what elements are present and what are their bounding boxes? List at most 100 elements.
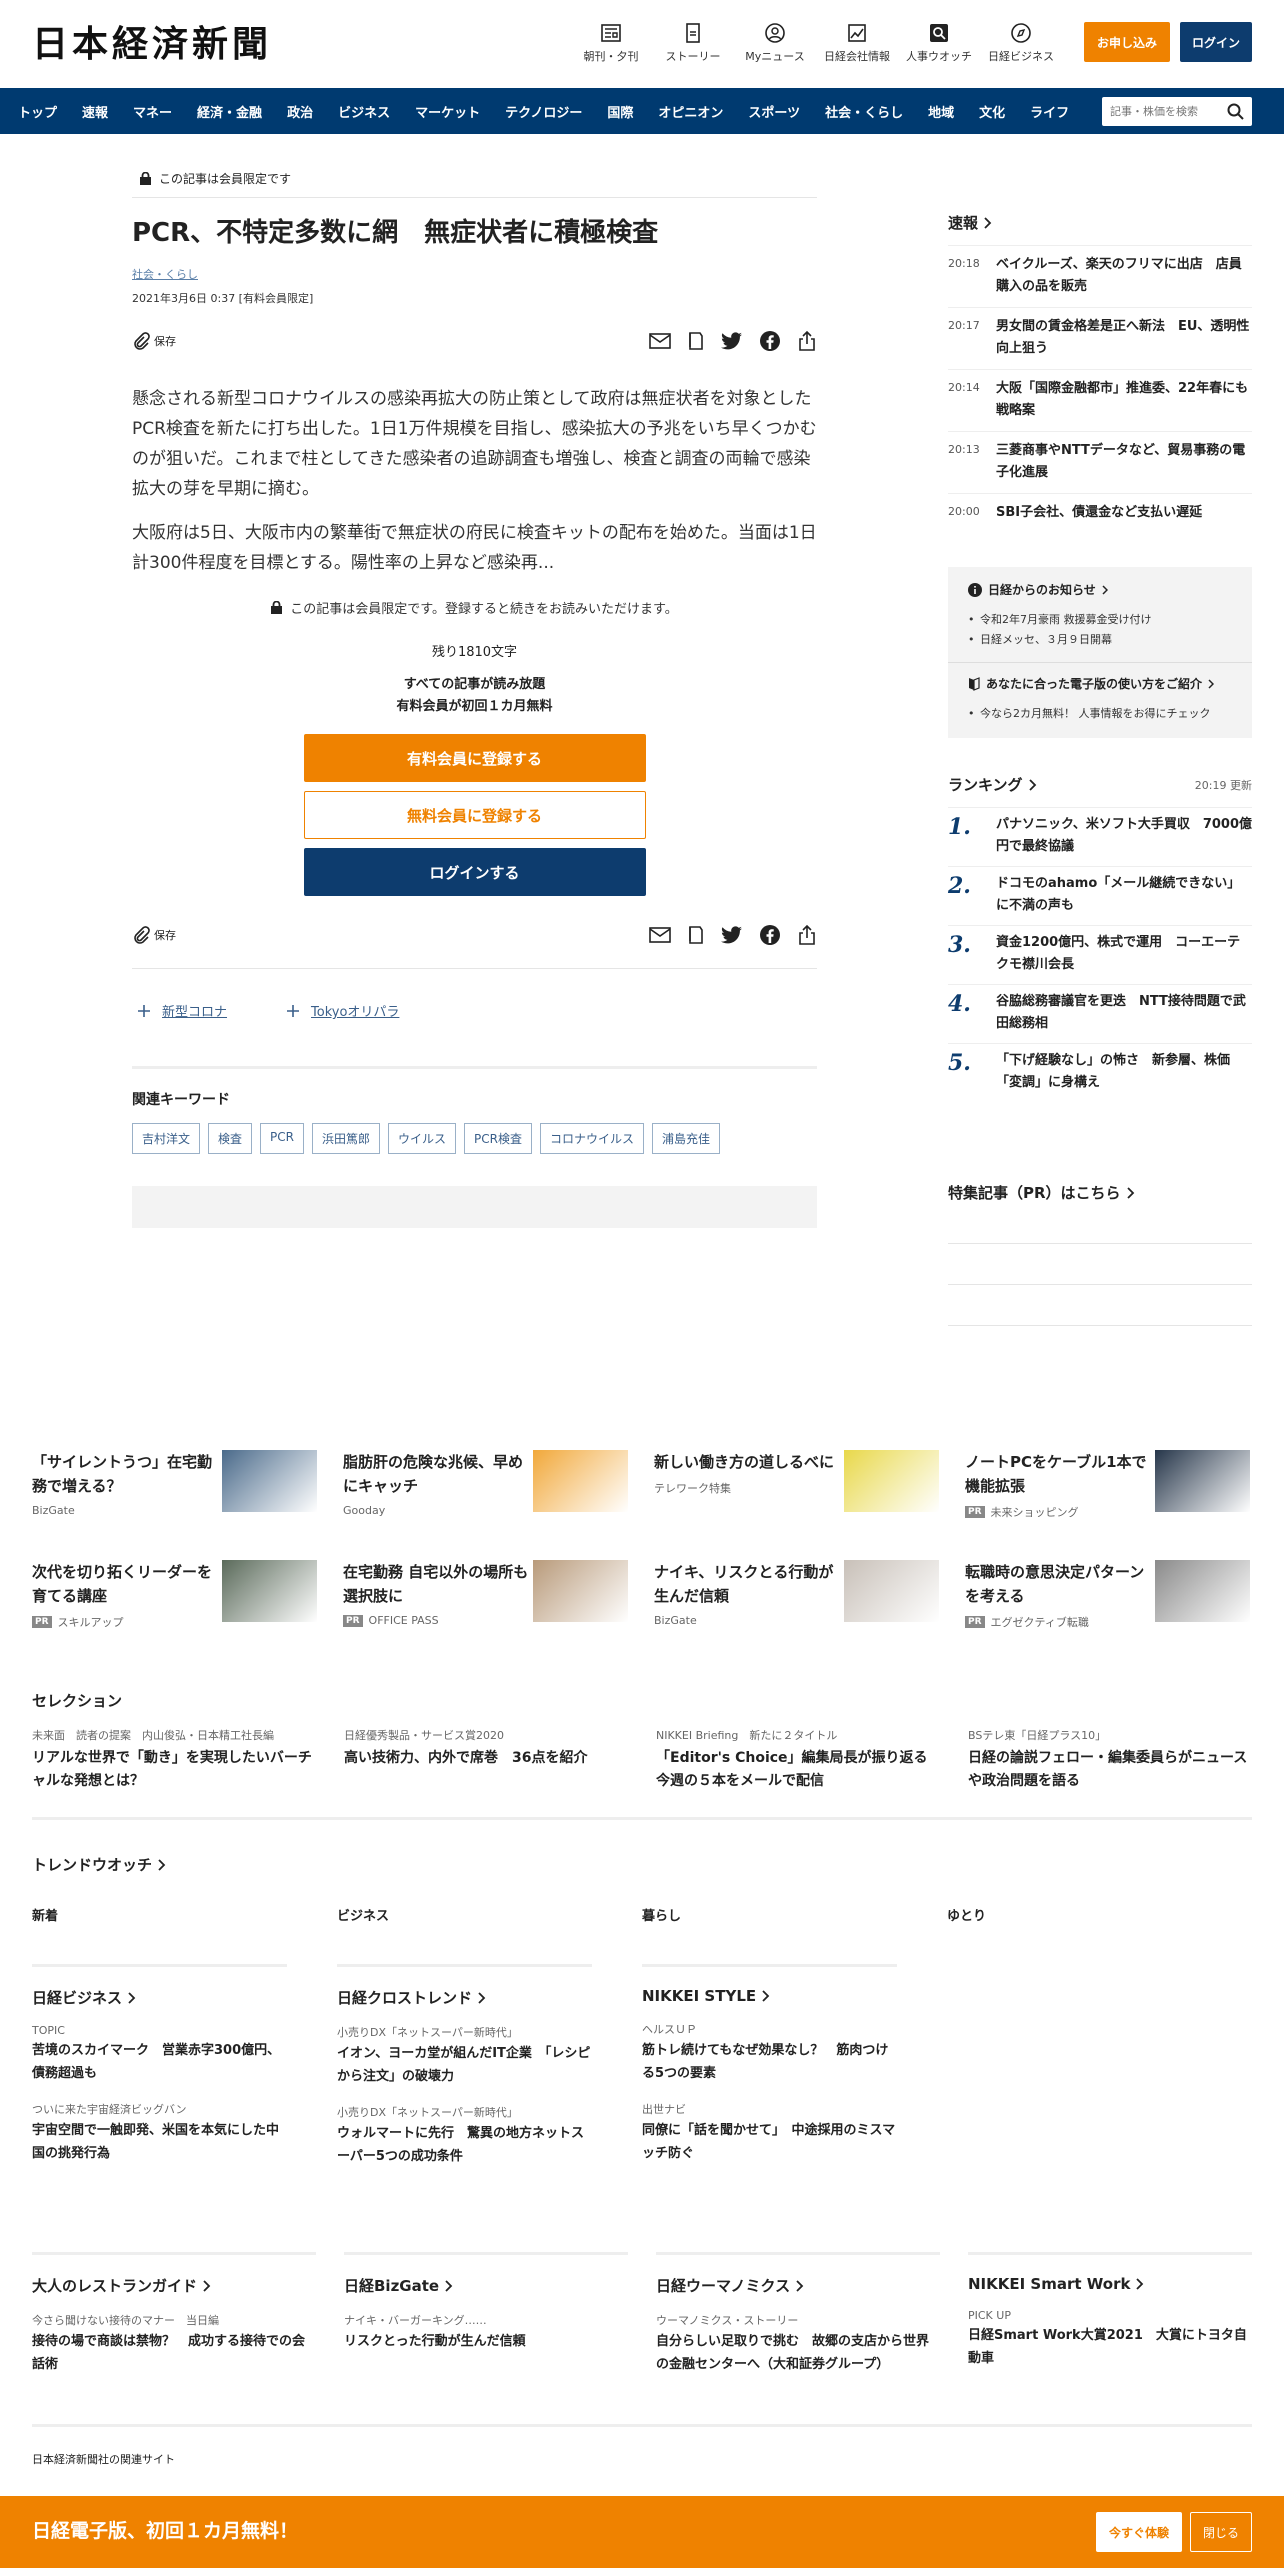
nav-item[interactable]: スポーツ <box>748 102 800 121</box>
promo-card[interactable]: ナイキ、リスクとる行動が生んだ信頼 BizGate <box>654 1560 939 1630</box>
selection-item[interactable]: NIKKEI Briefing 新たに２タイトル 「Editor's Choice… <box>656 1727 940 1793</box>
trend-column-heading[interactable]: NIKKEI STYLE <box>642 1987 897 2005</box>
keyword-tag[interactable]: PCR <box>260 1123 304 1154</box>
share-icon[interactable] <box>797 924 817 946</box>
nav-item[interactable]: 政治 <box>287 102 313 121</box>
partner-site-heading[interactable]: 大人のレストランガイド <box>32 2275 316 2296</box>
promo-card[interactable]: 新しい働き方の道しるべに テレワーク特集 <box>654 1450 939 1520</box>
apply-button[interactable]: お申し込み <box>1084 22 1170 62</box>
free-register-button[interactable]: 無料会員に登録する <box>303 791 646 839</box>
nav-item[interactable]: トップ <box>18 102 57 121</box>
nav-item[interactable]: 国際 <box>607 102 633 121</box>
search-icon[interactable] <box>1227 103 1244 120</box>
selection-item[interactable]: BSテレ東「日経プラス10」 日経の論説フェロー・編集委員らがニュースや政治問題を… <box>968 1727 1252 1793</box>
nav-item[interactable]: ビジネス <box>338 102 390 121</box>
flash-news-item[interactable]: 20:18 ベイクルーズ、楽天のフリマに出店 店員購入の品を販売 <box>948 245 1252 307</box>
twitter-icon[interactable] <box>721 332 743 350</box>
keyword-tag[interactable]: 検査 <box>208 1123 253 1154</box>
keyword-tag[interactable]: コロナウイルス <box>539 1123 644 1154</box>
site-logo[interactable]: 日本経済新聞 <box>32 22 272 66</box>
trend-headline[interactable]: 宇宙空間で一触即発、米国を本気にした中国の挑発行為 <box>32 2119 287 2165</box>
pr-heading[interactable]: 特集記事（PR）はこちら <box>948 1182 1252 1203</box>
header-tool-compass[interactable]: 日経ビジネス <box>980 20 1062 64</box>
facebook-icon[interactable] <box>759 924 781 946</box>
trend-tab[interactable]: ビジネス <box>337 1905 642 1924</box>
share-icon[interactable] <box>797 330 817 352</box>
bookmark-icon[interactable] <box>687 925 705 945</box>
promo-card[interactable]: 在宅勤務 自宅以外の場所も選択肢に PR OFFICE PASS <box>343 1560 628 1630</box>
trend-headline[interactable]: 同僚に「話を聞かせて」 中途採用のミスマッチ防ぐ <box>642 2119 897 2165</box>
promo-card[interactable]: 「サイレントうつ」在宅勤務で増える？ BizGate <box>32 1450 317 1520</box>
save-button[interactable]: 保存 <box>132 332 176 350</box>
partner-site-heading[interactable]: 日経BizGate <box>344 2275 628 2296</box>
trend-headline[interactable]: 苦境のスカイマーク 営業赤字300億円、債務超過も <box>32 2039 287 2085</box>
partner-site-heading[interactable]: 日経ウーマノミクス <box>656 2275 940 2296</box>
header-tool-story[interactable]: ストーリー <box>652 20 734 64</box>
flash-news-item[interactable]: 20:13 三菱商事やNTTデータなど、貿易事務の電子化進展 <box>948 431 1252 493</box>
close-banner-button[interactable]: 閉じる <box>1190 2512 1252 2552</box>
login-cta-button[interactable]: ログインする <box>303 848 646 896</box>
nav-item[interactable]: マーケット <box>415 102 480 121</box>
keyword-tag[interactable]: 浦島充佳 <box>652 1123 721 1154</box>
ranking-item[interactable]: 3. 資金1200億円、株式で運用 コーエーテクモ襟川会長 <box>948 925 1252 984</box>
header-tool-chart[interactable]: 日経会社情報 <box>816 20 898 64</box>
trend-column-heading[interactable]: 日経ビジネス <box>32 1987 287 2008</box>
promo-card[interactable]: 脂肪肝の危険な兆候、早めにキャッチ Gooday <box>343 1450 628 1520</box>
trend-headline[interactable]: 筋トレ続けてもなぜ効果なし？ 筋肉つける5つの要素 <box>642 2039 897 2085</box>
partner-site-headline[interactable]: 接待の場で商談は禁物？ 成功する接待での会話術 <box>32 2330 316 2376</box>
facebook-icon[interactable] <box>759 330 781 352</box>
follow-topic-button[interactable]: 新型コロナ <box>138 1001 227 1020</box>
promo-card[interactable]: ノートPCをケーブル1本で機能拡張 PR 未来ショッピング <box>965 1450 1250 1520</box>
mail-icon[interactable] <box>649 332 671 350</box>
follow-topic-button[interactable]: Tokyoオリパラ <box>287 1001 399 1020</box>
header-tool-user[interactable]: Myニュース <box>734 20 816 64</box>
save-button[interactable]: 保存 <box>132 926 176 944</box>
trend-tab[interactable]: ゆとり <box>947 1905 1252 1924</box>
nav-item[interactable]: 地域 <box>928 102 954 121</box>
guide-heading[interactable]: あなたに合った電子版の使い方をご紹介 <box>968 675 1232 692</box>
flash-news-heading[interactable]: 速報 <box>948 212 1252 233</box>
partner-site-headline[interactable]: リスクとった行動が生んだ信頼 <box>344 2330 628 2353</box>
guide-item[interactable]: 今なら2カ月無料！ 人事情報をお得にチェック <box>968 704 1232 724</box>
ranking-item[interactable]: 5. 「下げ経験なし」の怖さ 新参層、株価「変調」に身構え <box>948 1043 1252 1102</box>
trend-tab[interactable]: 新着 <box>32 1905 337 1924</box>
paid-register-button[interactable]: 有料会員に登録する <box>303 734 646 782</box>
try-now-button[interactable]: 今すぐ体験 <box>1096 2512 1182 2552</box>
partner-site-headline[interactable]: 日経Smart Work大賞2021 大賞にトヨタ自動車 <box>968 2324 1252 2370</box>
partner-site-heading[interactable]: NIKKEI Smart Work <box>968 2275 1252 2293</box>
notice-item[interactable]: 令和2年7月豪雨 救援募金受け付け <box>968 610 1232 630</box>
partner-site-headline[interactable]: 自分らしい足取りで挑む 故郷の支店から世界の金融センターへ（大和証券グループ） <box>656 2330 940 2376</box>
search-input[interactable] <box>1102 97 1212 126</box>
flash-news-item[interactable]: 20:17 男女間の賃金格差是正へ新法 EU、透明性向上狙う <box>948 307 1252 369</box>
login-button[interactable]: ログイン <box>1180 22 1252 62</box>
twitter-icon[interactable] <box>721 926 743 944</box>
header-tool-search-person[interactable]: 人事ウオッチ <box>898 20 980 64</box>
bookmark-icon[interactable] <box>687 331 705 351</box>
nav-item[interactable]: 文化 <box>979 102 1005 121</box>
mail-icon[interactable] <box>649 926 671 944</box>
trend-column-heading[interactable]: 日経クロストレンド <box>337 1987 592 2008</box>
ranking-item[interactable]: 2. ドコモのahamo「メール継続できない」に不満の声も <box>948 866 1252 925</box>
trend-headline[interactable]: イオン、ヨーカ堂が組んだIT企業 「レシピから注文」の破壊力 <box>337 2042 592 2088</box>
notice-heading[interactable]: 日経からのお知らせ <box>968 581 1232 598</box>
nav-item[interactable]: 速報 <box>82 102 108 121</box>
nav-item[interactable]: ライフ <box>1030 102 1069 121</box>
keyword-tag[interactable]: PCR検査 <box>464 1123 532 1154</box>
ranking-heading[interactable]: ランキング <box>948 774 1037 795</box>
promo-card[interactable]: 次代を切り拓くリーダーを育てる講座 PR スキルアップ <box>32 1560 317 1630</box>
flash-news-item[interactable]: 20:14 大阪「国際金融都市」推進委、22年春にも戦略案 <box>948 369 1252 431</box>
header-tool-newspaper[interactable]: 朝刊・夕刊 <box>570 20 652 64</box>
keyword-tag[interactable]: 浜田篤郎 <box>311 1123 380 1154</box>
keyword-tag[interactable]: ウイルス <box>388 1123 457 1154</box>
trend-headline[interactable]: ウォルマートに先行 驚異の地方ネットスーパー5つの成功条件 <box>337 2122 592 2168</box>
trend-tab[interactable]: 暮らし <box>642 1905 947 1924</box>
nav-item[interactable]: 社会・くらし <box>825 102 903 121</box>
selection-item[interactable]: 日経優秀製品・サービス賞2020 高い技術力、内外で席巻 36点を紹介 <box>344 1727 628 1793</box>
nav-item[interactable]: テクノロジー <box>505 102 582 121</box>
flash-news-item[interactable]: 20:00 SBI子会社、債還金など支払い遅延 <box>948 493 1252 533</box>
ranking-item[interactable]: 4. 谷脇総務審議官を更迭 NTT接待問題で武田総務相 <box>948 984 1252 1043</box>
keyword-tag[interactable]: 吉村洋文 <box>132 1123 201 1154</box>
article-category[interactable]: 社会・くらし <box>132 266 817 282</box>
notice-item[interactable]: 日経メッセ、３月９日開幕 <box>968 630 1232 650</box>
related-sites-label[interactable]: 日本経済新聞社の関連サイト <box>32 2451 1252 2467</box>
